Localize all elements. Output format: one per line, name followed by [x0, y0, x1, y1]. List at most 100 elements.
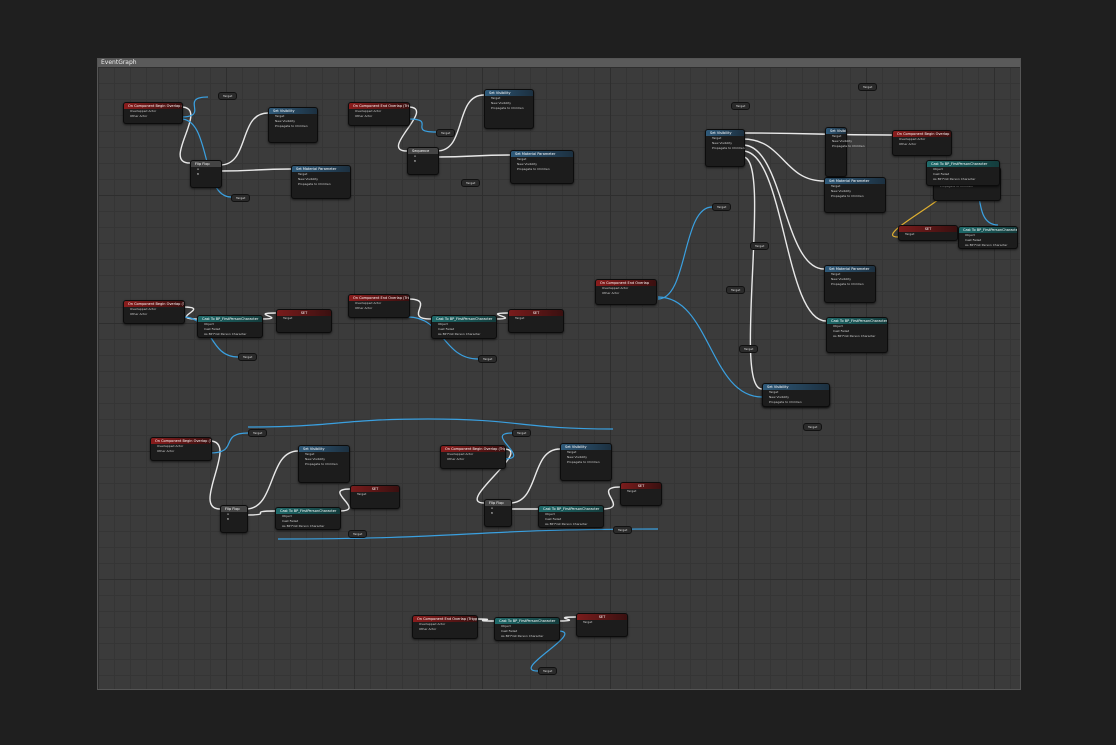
- node-pin-label[interactable]: Target: [577, 620, 627, 625]
- node-pin-label[interactable]: Propagate to Children: [511, 167, 573, 172]
- blueprint-node[interactable]: SETTarget: [276, 309, 332, 333]
- variable-getter[interactable]: Target: [218, 92, 238, 100]
- variable-getter[interactable]: Target: [478, 355, 498, 363]
- blueprint-node[interactable]: SETTarget: [508, 309, 564, 333]
- blueprint-node[interactable]: Cast To BP_FirstPersonCharacter Object Cas…: [275, 507, 341, 530]
- blueprint-node[interactable]: Cast To BP_FirstPersonCharacter Object Cas…: [826, 317, 888, 353]
- blueprint-node[interactable]: On Component Begin Overlap Overlapped Act…: [892, 130, 952, 156]
- variable-getter[interactable]: Target: [739, 345, 759, 353]
- node-pin-label[interactable]: As BP First Person Character: [432, 332, 496, 337]
- blueprint-node[interactable]: Set Material Parameter Target New Visibili…: [291, 165, 351, 199]
- blueprint-node[interactable]: Set VisibilityTargetNew VisibilityPropag…: [298, 445, 350, 483]
- node-pin-label[interactable]: Target: [509, 316, 563, 321]
- node-pin-label[interactable]: B: [221, 517, 247, 522]
- blueprint-node[interactable]: Cast To BP_FirstPersonCharacter Object Cas…: [494, 617, 560, 641]
- variable-getter[interactable]: Target: [858, 83, 878, 91]
- blueprint-node[interactable]: Cast To BP_FirstPersonCharacter Object Cas…: [926, 160, 1000, 186]
- variable-getter[interactable]: Target: [712, 203, 732, 211]
- blueprint-node[interactable]: SETTarget: [898, 225, 958, 241]
- variable-getter[interactable]: Target: [750, 242, 770, 250]
- node-pin-label[interactable]: Propagate to Children: [826, 144, 865, 149]
- blueprint-node[interactable]: On Component End Overlap Overlapped Actor…: [595, 279, 657, 305]
- variable-getter[interactable]: Target: [803, 423, 823, 431]
- blueprint-node[interactable]: On Component Begin Overlap (TriggerBox)O…: [123, 300, 185, 324]
- node-pin-label[interactable]: Target: [621, 489, 661, 494]
- variable-getter[interactable]: Target: [231, 194, 251, 202]
- node-pin-label[interactable]: Propagate to Children: [269, 124, 317, 129]
- blueprint-node[interactable]: Flip Flop A B: [220, 505, 248, 533]
- blueprint-node[interactable]: Cast To BP_FirstPersonCharacter Object Cas…: [431, 315, 497, 339]
- variable-getter[interactable]: Target: [436, 129, 456, 137]
- variable-getter[interactable]: Target: [238, 353, 258, 361]
- node-pin-label[interactable]: B: [485, 511, 511, 516]
- node-pin-label[interactable]: Other Actor: [596, 291, 656, 296]
- event-graph-canvas[interactable]: On Component Begin Overlap (TriggerBox)O…: [98, 67, 1020, 689]
- blueprint-node[interactable]: Cast To BP_FirstPersonCharacter Object Cas…: [197, 315, 263, 338]
- graph-wire: [557, 616, 577, 622]
- variable-getter[interactable]: Target: [512, 429, 532, 437]
- blueprint-node[interactable]: Flip Flop A B: [190, 160, 222, 188]
- blueprint-node[interactable]: Set Material Parameter Target New Visibili…: [824, 265, 876, 303]
- variable-getter[interactable]: Target: [538, 667, 558, 675]
- node-pin-label[interactable]: Target: [351, 492, 399, 497]
- blueprint-node[interactable]: Set Material Parameter Target New Visibili…: [824, 177, 886, 213]
- node-pin-label[interactable]: Other Actor: [349, 114, 409, 119]
- blueprint-node[interactable]: On Component End Overlap (TriggerBox)Ove…: [348, 294, 410, 318]
- blueprint-node[interactable]: Cast To BP_FirstPersonCharacter Object Cas…: [958, 226, 1018, 249]
- node-pin-label[interactable]: Propagate to Children: [763, 400, 829, 405]
- blueprint-node[interactable]: Set Material Parameter Target New Visibili…: [510, 150, 574, 184]
- blueprint-node[interactable]: On Component Begin Overlap (TriggerBox)O…: [440, 445, 506, 469]
- blueprint-node[interactable]: Set VisibilityTargetNew VisibilityPropag…: [825, 127, 865, 177]
- blueprint-node[interactable]: Set VisibilityTargetNew VisibilityPropag…: [705, 129, 745, 167]
- node-pin-label[interactable]: Propagate to Children: [706, 146, 745, 151]
- blueprint-node[interactable]: Cast To BP_FirstPersonCharacter Object Cas…: [538, 505, 604, 528]
- blueprint-node[interactable]: On Component End Overlap (TriggerBox)Ove…: [412, 615, 478, 639]
- node-pin-label[interactable]: As BP First Person Character: [539, 522, 603, 527]
- node-pin-label[interactable]: B: [408, 159, 438, 164]
- node-pin-label[interactable]: As BP First Person Character: [495, 634, 559, 639]
- node-pin-label[interactable]: Propagate to Children: [292, 182, 350, 187]
- node-pin-label[interactable]: Propagate to Children: [299, 462, 349, 467]
- graph-wire: [427, 418, 614, 430]
- node-pin-label[interactable]: Target: [899, 232, 957, 237]
- node-pin-label[interactable]: Propagate to Children: [825, 282, 875, 287]
- node-pin-label[interactable]: Other Actor: [151, 449, 211, 454]
- variable-getter[interactable]: Target: [731, 102, 751, 110]
- graph-wire: [742, 150, 827, 322]
- variable-getter[interactable]: Target: [348, 530, 368, 538]
- node-pin-label[interactable]: Propagate to Children: [561, 460, 611, 465]
- blueprint-node[interactable]: On Component Begin Overlap (TriggerBox)O…: [123, 102, 183, 124]
- blueprint-node[interactable]: SETTarget: [350, 485, 400, 509]
- node-pin-label[interactable]: Other Actor: [124, 312, 184, 317]
- blueprint-node[interactable]: Set VisibilityTargetNew VisibilityPropag…: [268, 107, 318, 143]
- node-pin-label[interactable]: As BP First Person Character: [827, 334, 887, 339]
- blueprint-node[interactable]: Set VisibilityTargetNew VisibilityPropag…: [484, 89, 534, 129]
- node-pin-label[interactable]: Other Actor: [893, 142, 951, 147]
- blueprint-node[interactable]: Sequence A B: [407, 147, 439, 175]
- blueprint-node[interactable]: SETTarget: [620, 482, 662, 506]
- graph-wire: [219, 168, 292, 172]
- node-pin-label[interactable]: Target: [277, 316, 331, 321]
- blueprint-node[interactable]: SETTarget: [576, 613, 628, 637]
- node-pin-label[interactable]: Other Actor: [441, 457, 505, 462]
- variable-getter[interactable]: Target: [461, 179, 481, 187]
- node-pin-label[interactable]: As BP First Person Character: [959, 243, 1017, 248]
- blueprint-node[interactable]: On Component End Overlap (TriggerBox)Ove…: [348, 102, 410, 126]
- blueprint-node[interactable]: On Component Begin Overlap (TriggerBox)O…: [150, 437, 212, 461]
- node-pin-label[interactable]: Other Actor: [124, 114, 182, 119]
- node-pin-label[interactable]: As BP First Person Character: [276, 524, 340, 529]
- node-pin-label[interactable]: Propagate to Children: [485, 106, 533, 111]
- blueprint-node[interactable]: Flip Flop A B: [484, 499, 512, 527]
- node-pin-label[interactable]: Propagate to Children: [825, 194, 885, 199]
- node-pin-label[interactable]: As BP First Person Character: [927, 177, 999, 182]
- node-pin-label[interactable]: As BP First Person Character: [198, 332, 262, 337]
- node-pin-label[interactable]: Other Actor: [413, 627, 477, 632]
- variable-getter[interactable]: Target: [613, 526, 633, 534]
- node-pin-label[interactable]: B: [191, 172, 221, 177]
- graph-wire: [219, 112, 269, 166]
- variable-getter[interactable]: Target: [248, 429, 268, 437]
- variable-getter[interactable]: Target: [726, 286, 746, 294]
- blueprint-node[interactable]: Set VisibilityTargetNew VisibilityPropag…: [560, 443, 612, 481]
- blueprint-node[interactable]: Set VisibilityTargetNew VisibilityPropag…: [762, 383, 830, 407]
- node-pin-label[interactable]: Other Actor: [349, 306, 409, 311]
